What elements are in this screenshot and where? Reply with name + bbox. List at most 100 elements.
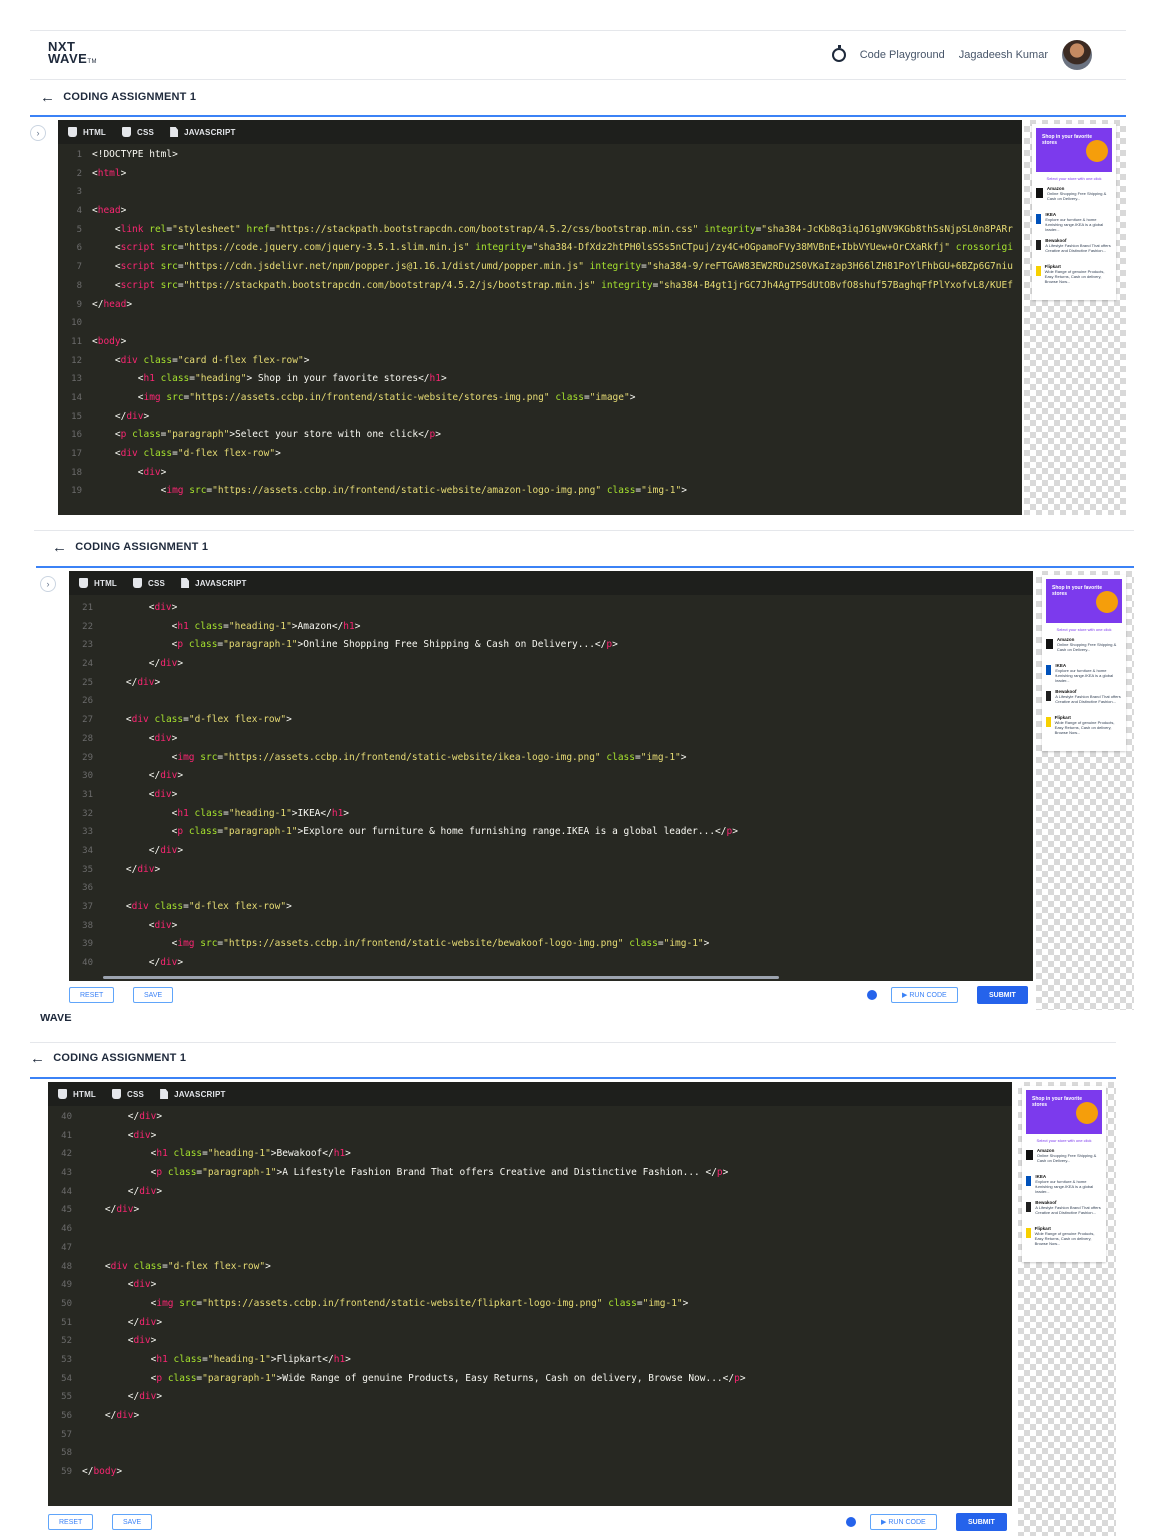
code-text[interactable]: <img src="https://assets.ccbp.in/fronten… [103, 749, 687, 768]
code-line[interactable]: 22 <h1 class="heading-1">Amazon</h1> [69, 618, 1033, 637]
code-line[interactable]: 13 <h1 class="heading"> Shop in your fav… [58, 370, 1022, 389]
code-line[interactable]: 10 [58, 314, 1022, 333]
output-preview[interactable]: Shop in your favorite stores Select your … [1024, 120, 1126, 515]
run-code-button[interactable]: ▶ RUN CODE [870, 1514, 937, 1530]
user-name[interactable]: Jagadeesh Kumar [959, 49, 1048, 61]
code-line[interactable]: 53 <h1 class="heading-1">Flipkart</h1> [48, 1351, 1012, 1370]
code-text[interactable]: </div> [92, 408, 149, 427]
code-editor[interactable]: HTML CSS JAVASCRIPT 21 <div> 22 <h1 class… [69, 571, 1033, 981]
code-line[interactable]: 27 <div class="d-flex flex-row"> [69, 711, 1033, 730]
code-line[interactable]: 47 [48, 1239, 1012, 1258]
code-line[interactable]: 12 <div class="card d-flex flex-row"> [58, 352, 1022, 371]
code-line[interactable]: 46 [48, 1220, 1012, 1239]
gear-icon[interactable] [867, 990, 877, 1000]
code-text[interactable]: </div> [82, 1388, 162, 1407]
code-text[interactable]: <div> [82, 1276, 157, 1295]
code-line[interactable]: 51 </div> [48, 1314, 1012, 1333]
code-text[interactable]: <div class="d-flex flex-row"> [103, 898, 292, 917]
tab-html[interactable]: HTML [68, 127, 106, 137]
code-line[interactable]: 28 <div> [69, 730, 1033, 749]
code-text[interactable]: <!DOCTYPE html> [92, 146, 178, 165]
tab-css[interactable]: CSS [112, 1089, 144, 1099]
tab-css[interactable]: CSS [133, 578, 165, 588]
code-text[interactable]: <p class="paragraph-1">Explore our furni… [103, 823, 738, 842]
submit-button[interactable]: SUBMIT [956, 1513, 1007, 1531]
code-line[interactable]: 19 <img src="https://assets.ccbp.in/fron… [58, 482, 1022, 501]
code-text[interactable]: <script src="https://stackpath.bootstrap… [92, 277, 1013, 296]
code-line[interactable]: 56 </div> [48, 1407, 1012, 1426]
code-text[interactable]: <div> [92, 464, 167, 483]
code-line[interactable]: 45 </div> [48, 1201, 1012, 1220]
code-line[interactable]: 7 <script src="https://cdn.jsdelivr.net/… [58, 258, 1022, 277]
code-line[interactable]: 6 <script src="https://code.jquery.com/j… [58, 239, 1022, 258]
output-preview[interactable]: Shop in your favorite stores Select your … [1036, 571, 1134, 1010]
code-line[interactable]: 59 </body> [48, 1463, 1012, 1482]
code-line[interactable]: 18 <div> [58, 464, 1022, 483]
code-text[interactable]: <div class="d-flex flex-row"> [103, 711, 292, 730]
code-text[interactable]: <div> [82, 1127, 157, 1146]
code-text[interactable]: </div> [82, 1108, 162, 1127]
code-line[interactable]: 58 [48, 1444, 1012, 1463]
code-line[interactable]: 50 <img src="https://assets.ccbp.in/fron… [48, 1295, 1012, 1314]
code-line[interactable]: 3 [58, 183, 1022, 202]
code-line[interactable]: 4 <head> [58, 202, 1022, 221]
code-line[interactable]: 44 </div> [48, 1183, 1012, 1202]
code-line[interactable]: 55 </div> [48, 1388, 1012, 1407]
code-line[interactable]: 48 <div class="d-flex flex-row"> [48, 1258, 1012, 1277]
code-line[interactable]: 24 </div> [69, 655, 1033, 674]
code-line[interactable]: 26 [69, 692, 1033, 711]
code-line[interactable]: 36 [69, 879, 1033, 898]
code-line[interactable]: 52 <div> [48, 1332, 1012, 1351]
code-text[interactable]: <img src="https://assets.ccbp.in/fronten… [82, 1295, 689, 1314]
collapse-sidebar-button[interactable]: › [40, 576, 56, 592]
nxtwave-logo[interactable]: NXT WAVETM [48, 40, 97, 68]
gear-icon[interactable] [846, 1517, 856, 1527]
code-line[interactable]: 2 <html> [58, 165, 1022, 184]
code-line[interactable]: 37 <div class="d-flex flex-row"> [69, 898, 1033, 917]
code-text[interactable]: <html> [92, 165, 126, 184]
code-text[interactable]: </div> [103, 655, 183, 674]
code-line[interactable]: 5 <link rel="stylesheet" href="https://s… [58, 221, 1022, 240]
code-line[interactable]: 49 <div> [48, 1276, 1012, 1295]
code-text[interactable]: </head> [92, 296, 132, 315]
code-line[interactable]: 25 </div> [69, 674, 1033, 693]
code-line[interactable]: 11 <body> [58, 333, 1022, 352]
code-text[interactable]: </div> [103, 842, 183, 861]
code-text[interactable]: <div> [103, 917, 178, 936]
code-text[interactable]: <div class="d-flex flex-row"> [82, 1258, 271, 1277]
code-text[interactable]: <h1 class="heading"> Shop in your favori… [92, 370, 447, 389]
code-text[interactable]: <h1 class="heading-1">Flipkart</h1> [82, 1351, 351, 1370]
code-text[interactable]: <script src="https://code.jquery.com/jqu… [92, 239, 1013, 258]
reset-button[interactable]: RESET [48, 1514, 94, 1530]
code-line[interactable]: 40 </div> [69, 954, 1033, 973]
code-text[interactable]: <p class="paragraph-1">Online Shopping F… [103, 636, 618, 655]
code-text[interactable]: <div> [103, 599, 178, 618]
code-text[interactable]: <h1 class="heading-1">Bewakoof</h1> [82, 1145, 351, 1164]
code-text[interactable]: </div> [82, 1407, 139, 1426]
code-line[interactable]: 38 <div> [69, 917, 1033, 936]
code-line[interactable]: 57 [48, 1426, 1012, 1445]
tab-javascript[interactable]: JAVASCRIPT [181, 578, 247, 588]
code-text[interactable]: <p class="paragraph-1">Wide Range of gen… [82, 1370, 746, 1389]
code-line[interactable]: 1 <!DOCTYPE html> [58, 146, 1022, 165]
code-text[interactable]: <div> [82, 1332, 157, 1351]
code-line[interactable]: 35 </div> [69, 861, 1033, 880]
tab-javascript[interactable]: JAVASCRIPT [160, 1089, 226, 1099]
code-playground-link[interactable]: Code Playground [860, 49, 945, 61]
code-text[interactable]: </div> [103, 767, 183, 786]
tab-css[interactable]: CSS [122, 127, 154, 137]
code-line[interactable]: 30 </div> [69, 767, 1033, 786]
code-line[interactable]: 23 <p class="paragraph-1">Online Shoppin… [69, 636, 1033, 655]
code-text[interactable]: <img src="https://assets.ccbp.in/fronten… [92, 482, 687, 501]
back-arrow-icon[interactable]: ← [30, 1050, 45, 1067]
avatar[interactable] [1062, 40, 1092, 70]
code-line[interactable]: 42 <h1 class="heading-1">Bewakoof</h1> [48, 1145, 1012, 1164]
code-editor[interactable]: HTML CSS JAVASCRIPT 40 </div> 41 <div> 42 … [48, 1082, 1012, 1506]
code-lines[interactable]: 21 <div> 22 <h1 class="heading-1">Amazon<… [69, 595, 1033, 973]
code-text[interactable]: <body> [92, 333, 126, 352]
back-arrow-icon[interactable]: ← [40, 89, 55, 106]
submit-button[interactable]: SUBMIT [977, 986, 1028, 1004]
code-text[interactable]: <img src="https://assets.ccbp.in/fronten… [103, 935, 710, 954]
code-text[interactable]: </div> [103, 954, 183, 973]
code-line[interactable]: 8 <script src="https://stackpath.bootstr… [58, 277, 1022, 296]
